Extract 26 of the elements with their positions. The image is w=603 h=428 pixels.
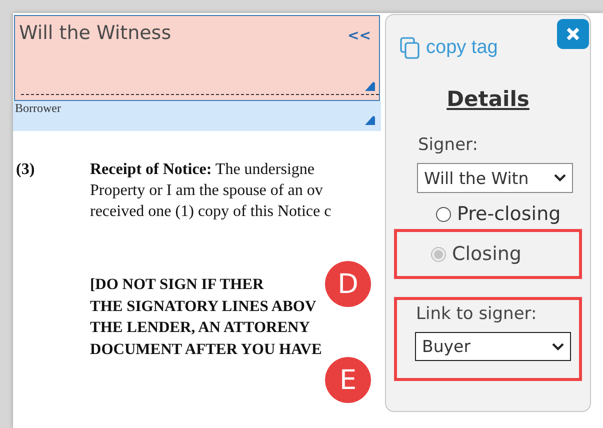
signer-select[interactable]: Will the Witn: [417, 163, 573, 193]
close-icon: [566, 27, 580, 41]
warning-line: [DO NOT SIGN IF THER: [90, 275, 264, 295]
field-label: Borrower: [15, 101, 61, 115]
chevron-icon: [554, 174, 566, 182]
warning-line: DOCUMENT AFTER YOU HAVE: [90, 340, 322, 360]
warning-line: THE SIGNATORY LINES ABOV: [90, 296, 316, 316]
details-heading: Details: [446, 87, 530, 111]
link-select[interactable]: Buyer: [415, 332, 571, 361]
name-field[interactable]: Borrower: [13, 101, 381, 131]
signature-field[interactable]: Will the Witness <<: [14, 15, 380, 101]
paragraph-line: Receipt of Notice: The undersigne: [90, 160, 316, 180]
warning-line: THE LENDER, AN ATTORENY: [90, 318, 310, 338]
paragraph-line: Property or I am the spouse of an ov: [90, 181, 324, 201]
radio-option[interactable]: Pre-closing: [436, 203, 561, 225]
signer-label: Signer:: [418, 135, 478, 155]
resize-handle-icon[interactable]: [364, 115, 375, 125]
close-button[interactable]: [557, 19, 589, 49]
link-label: Link to signer:: [416, 304, 537, 324]
section-number: (3): [15, 160, 36, 180]
collapse-toggle[interactable]: <<: [348, 28, 371, 44]
chevron-icon: [552, 342, 564, 350]
field-value: Will the Witness: [19, 22, 172, 44]
copy-icon: [400, 37, 420, 59]
paragraph-line: received one (1) copy of this Notice c: [90, 202, 332, 222]
resize-handle-icon[interactable]: [364, 81, 375, 91]
